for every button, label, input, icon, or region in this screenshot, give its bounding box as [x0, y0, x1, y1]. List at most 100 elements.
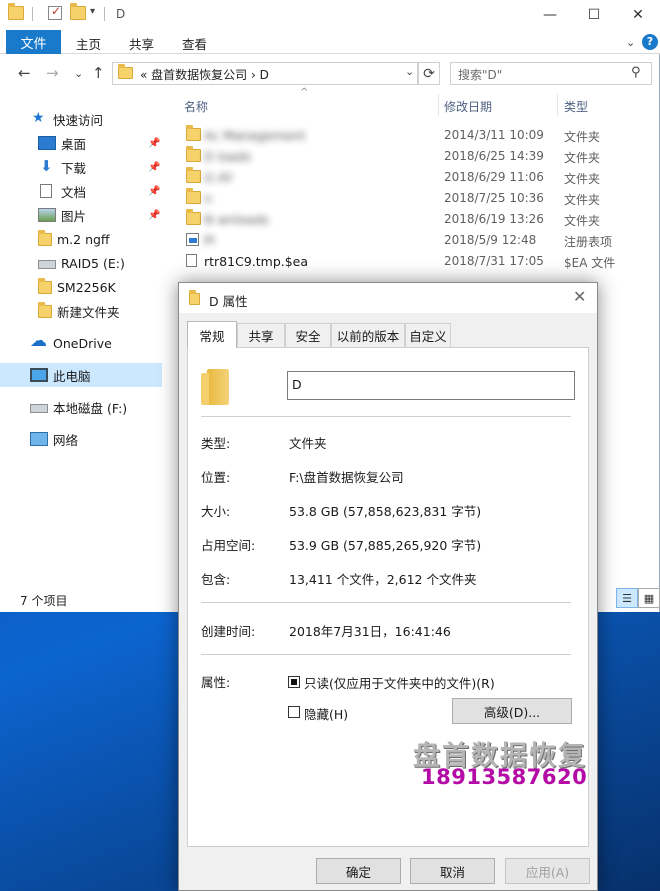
- minimize-button[interactable]: —: [528, 0, 572, 30]
- ribbon-tab-home[interactable]: 主页: [76, 34, 101, 53]
- tab-customize[interactable]: 自定义: [405, 323, 451, 347]
- divider: [201, 602, 571, 603]
- type-value: 文件夹: [289, 436, 327, 451]
- desktop-icon: [38, 136, 56, 150]
- sidebar-item-documents[interactable]: 文档 📌: [0, 179, 162, 203]
- maximize-button[interactable]: ☐: [572, 0, 616, 30]
- cancel-button[interactable]: 取消: [410, 858, 495, 884]
- sidebar-item-label: SM2256K: [57, 279, 116, 295]
- file-row[interactable]: Ac Management 2014/3/11 10:09 文件夹: [184, 125, 654, 146]
- readonly-label[interactable]: 只读(仅应用于文件夹中的文件)(R): [304, 673, 495, 692]
- sidebar-item-this-pc[interactable]: 此电脑: [0, 363, 162, 387]
- type-label: 类型:: [201, 436, 231, 451]
- dialog-close-button[interactable]: ✕: [573, 287, 586, 306]
- document-icon: [40, 184, 52, 198]
- file-type: $EA 文件: [564, 256, 616, 270]
- address-path[interactable]: « 盘首数据恢复公司 › D: [140, 66, 269, 83]
- folder-icon: [186, 209, 201, 225]
- hidden-checkbox[interactable]: [288, 706, 300, 718]
- folder-icon: [186, 125, 201, 141]
- large-icons-view-icon[interactable]: ▦: [638, 588, 660, 608]
- details-view-icon[interactable]: ☰: [616, 588, 638, 608]
- readonly-checkbox[interactable]: [288, 676, 300, 688]
- sidebar-item-sm2256k[interactable]: SM2256K: [0, 275, 162, 299]
- pin-icon[interactable]: 📌: [148, 210, 160, 221]
- file-row[interactable]: D loads 2018/6/25 14:39 文件夹: [184, 146, 654, 167]
- apply-button[interactable]: 应用(A): [505, 858, 590, 884]
- sidebar-item-label: OneDrive: [53, 335, 112, 351]
- ok-button[interactable]: 确定: [316, 858, 401, 884]
- attributes-label: 属性:: [201, 675, 231, 690]
- help-icon[interactable]: ?: [642, 34, 658, 50]
- network-icon: [30, 432, 48, 446]
- ribbon-tab-view[interactable]: 查看: [182, 34, 207, 53]
- tab-security[interactable]: 安全: [285, 323, 331, 347]
- sidebar-item-local-disk-f[interactable]: 本地磁盘 (F:): [0, 395, 162, 419]
- file-name: D loads: [204, 149, 251, 164]
- new-folder-icon[interactable]: [70, 3, 86, 20]
- file-date: 2014/3/11 10:09: [444, 128, 544, 142]
- ribbon-file-tab[interactable]: 文件: [6, 30, 61, 54]
- column-separator[interactable]: [557, 94, 558, 116]
- properties-check-icon[interactable]: [48, 4, 62, 20]
- sidebar-item-label: 此电脑: [53, 368, 91, 384]
- file-date: 2018/6/25 14:39: [444, 149, 544, 163]
- sidebar-item-m2-ngff[interactable]: m.2 ngff: [0, 227, 162, 251]
- created-label: 创建时间:: [201, 624, 256, 639]
- tab-general[interactable]: 常规: [187, 321, 237, 348]
- file-name: G AY: [204, 170, 233, 185]
- sidebar-item-label: 快速访问: [53, 112, 104, 128]
- sidebar-item-raid5[interactable]: RAID5 (E:): [0, 251, 162, 275]
- tab-previous-versions[interactable]: 以前的版本: [331, 323, 405, 347]
- folder-icon: [186, 167, 201, 183]
- size-label: 大小:: [201, 504, 231, 519]
- ribbon-expand-chevron-icon[interactable]: ⌄: [626, 36, 635, 49]
- sidebar-item-new-folder[interactable]: 新建文件夹: [0, 299, 162, 323]
- file-row[interactable]: rtr81C9.tmp.$ea 2018/7/31 17:05 $EA 文件: [184, 251, 654, 272]
- hidden-label[interactable]: 隐藏(H): [304, 704, 348, 723]
- search-icon[interactable]: ⚲: [631, 65, 641, 80]
- download-icon: [38, 157, 56, 175]
- file-date: 2018/6/19 13:26: [444, 212, 544, 226]
- sidebar-item-label: 图片: [61, 208, 87, 224]
- column-header-type[interactable]: 类型: [564, 98, 588, 115]
- sidebar-item-downloads[interactable]: 下载 📌: [0, 155, 162, 179]
- sidebar-item-label: 新建文件夹: [57, 304, 120, 320]
- created-value: 2018年7月31日，16:41:46: [289, 624, 451, 639]
- pin-icon[interactable]: 📌: [148, 162, 160, 173]
- title-separator: [32, 7, 33, 21]
- quick-access-toolbar-dropdown-icon[interactable]: ▾: [90, 6, 95, 17]
- file-row[interactable]: N wnloads 2018/6/19 13:26 文件夹: [184, 209, 654, 230]
- ribbon-tab-share[interactable]: 共享: [129, 34, 154, 53]
- sidebar-item-pictures[interactable]: 图片 📌: [0, 203, 162, 227]
- forward-arrow-icon[interactable]: →: [46, 64, 59, 82]
- pin-icon[interactable]: 📌: [148, 138, 160, 149]
- file-row[interactable]: Pl 2018/5/9 12:48 注册表项: [184, 230, 654, 251]
- close-button[interactable]: ✕: [616, 0, 660, 30]
- advanced-button[interactable]: 高级(D)...: [452, 698, 572, 724]
- file-name: n: [204, 191, 212, 206]
- picture-icon: [38, 208, 56, 222]
- file-row[interactable]: G AY 2018/6/29 11:06 文件夹: [184, 167, 654, 188]
- back-arrow-icon[interactable]: ←: [18, 64, 31, 82]
- drive-icon: [38, 260, 56, 269]
- folder-name-input[interactable]: D: [287, 371, 575, 400]
- column-header-date[interactable]: 修改日期: [444, 98, 492, 115]
- recent-locations-chevron-icon[interactable]: ⌄: [74, 67, 83, 80]
- pin-icon[interactable]: 📌: [148, 186, 160, 197]
- tab-sharing[interactable]: 共享: [237, 323, 285, 347]
- sidebar-item-quick-access[interactable]: 快速访问: [0, 107, 162, 131]
- dialog-title: D 属性: [209, 294, 248, 309]
- file-row[interactable]: n 2018/7/25 10:36 文件夹: [184, 188, 654, 209]
- sidebar-item-desktop[interactable]: 桌面 📌: [0, 131, 162, 155]
- drive-icon: [30, 404, 48, 413]
- file-name: Pl: [204, 233, 216, 248]
- refresh-button[interactable]: ⟳: [418, 62, 440, 85]
- up-arrow-icon[interactable]: ↑: [92, 64, 105, 82]
- column-header-name[interactable]: 名称: [184, 98, 208, 115]
- address-dropdown-icon[interactable]: ⌄: [405, 65, 414, 78]
- column-separator[interactable]: [438, 94, 439, 116]
- sidebar-item-label: 桌面: [61, 136, 87, 152]
- sidebar-item-network[interactable]: 网络: [0, 427, 162, 451]
- sidebar-item-onedrive[interactable]: OneDrive: [0, 331, 162, 355]
